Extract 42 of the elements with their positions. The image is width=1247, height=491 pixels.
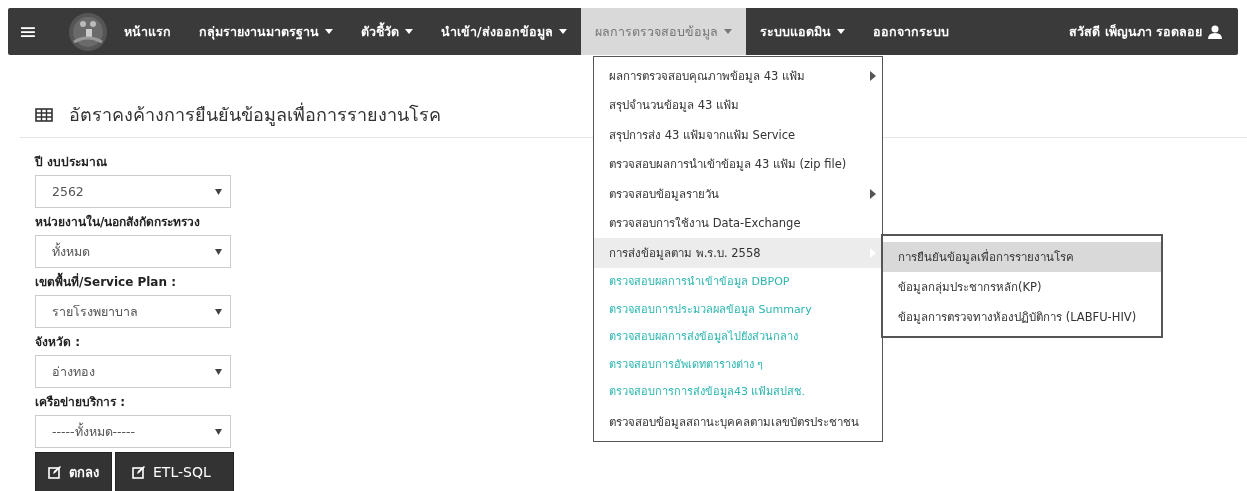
menu-item[interactable]: การยืนยันข้อมูลเพื่อการรายงานโรค <box>883 242 1161 272</box>
nav-menu-item[interactable]: นำเข้า/ส่งออกข้อมูล <box>427 8 581 55</box>
field-label: จังหวัด : <box>35 334 81 351</box>
menu-button[interactable]: ≡ <box>10 16 46 47</box>
menu-item[interactable]: ผลการตรวจสอบคุณภาพข้อมูล 43 แฟ้ม <box>594 61 882 91</box>
select-field[interactable]: อ่างทอง <box>35 355 231 388</box>
menu-item[interactable]: สรุปจำนวนข้อมูล 43 แฟ้ม <box>594 90 882 120</box>
dropdown-arrow-icon <box>215 308 222 315</box>
menu-item[interactable]: ข้อมูลการตรวจทางห้องปฏิบัติการ (LABFU-HIV) <box>883 302 1161 332</box>
menu-item[interactable]: ตรวจสอบข้อมูลสถานะบุคคลตามเลขบัตรประชาชน <box>594 405 882 439</box>
submit-button[interactable]: ตกลง <box>35 452 112 491</box>
menu-item[interactable]: ข้อมูลกลุ่มประชากรหลัก(KP) <box>883 272 1161 302</box>
dropdown-arrow-icon <box>215 368 222 375</box>
page-title: อัตราคงค้างการยืนยันข้อมูลเพื่อการรายงานโรค <box>69 101 441 128</box>
field-label: เขตพื้นที่/Service Plan : <box>35 272 235 291</box>
user-icon <box>1208 24 1222 39</box>
nav-menu-item[interactable]: ออกจากระบบ <box>858 8 963 55</box>
select-field[interactable]: 2562 <box>35 175 231 208</box>
field-label: ปี งบประมาณ <box>35 154 109 171</box>
field-label: หน่วยงานใน/นอกสังกัดกระทรวง <box>35 213 202 231</box>
nav-menu-item[interactable]: ตัวชี้วัด <box>347 8 427 55</box>
nav-menu-item[interactable]: ระบบแอดมิน <box>745 8 859 55</box>
menu-item[interactable]: ตรวจสอบผลการนำเข้าข้อมูล 43 แฟ้ม (zip file) <box>594 149 882 179</box>
select-field[interactable]: ทั้งหมด <box>35 235 231 268</box>
edit-icon <box>132 465 145 479</box>
menu-item[interactable]: สรุปการส่ง 43 แฟ้มจากแฟ้ม Service <box>594 120 882 150</box>
select-field[interactable]: รายโรงพยาบาล <box>35 295 231 328</box>
logo-icon <box>66 11 110 52</box>
menu-item[interactable]: ตรวจสอบข้อมูลรายวัน <box>594 179 882 209</box>
dropdown-arrow-icon <box>215 248 222 255</box>
dropdown-arrow-icon <box>215 428 222 435</box>
table-icon <box>35 107 53 122</box>
select-field[interactable]: -----ทั้งหมด----- <box>35 415 231 448</box>
submit-button[interactable]: ETL-SQL <box>115 452 234 491</box>
menu-item[interactable]: ตรวจสอบการใช้งาน Data-Exchange <box>594 208 882 238</box>
field-label: เครือข่ายบริการ : <box>35 394 126 411</box>
edit-icon <box>48 465 61 479</box>
user-greeting[interactable]: สวัสดี เพ็ญนภา รอดลอย <box>1069 21 1202 42</box>
dropdown-arrow-icon <box>215 188 222 195</box>
nav-menu-item[interactable]: หน้าแรก <box>110 8 185 55</box>
menu-item[interactable]: การส่งข้อมูลตาม พ.ร.บ. 2558 <box>594 238 882 268</box>
nav-menu-item[interactable]: กลุ่มรายงานมาตรฐาน <box>185 8 347 55</box>
